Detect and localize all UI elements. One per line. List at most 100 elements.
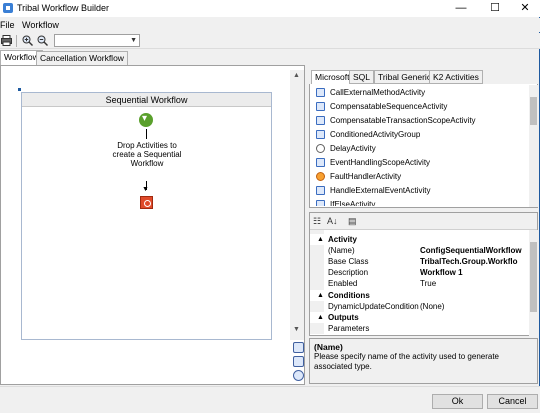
tab-sql[interactable]: SQL (349, 70, 375, 84)
properties-panel: ☷ A↓ ▤ ▲ Activity (Name) ConfigSequentia… (309, 212, 538, 336)
sequential-workflow-container[interactable]: Sequential Workflow Drop Activities to c… (21, 92, 272, 340)
chevron-down-icon: ▼ (130, 37, 137, 44)
category-label: Activity (328, 235, 357, 244)
print-icon[interactable] (1, 35, 12, 46)
property-description-title: (Name) (314, 342, 343, 352)
activity-icon (316, 88, 325, 97)
property-value[interactable]: ConfigSequentialWorkflow (420, 245, 530, 256)
scroll-up-icon[interactable]: ▲ (293, 72, 300, 79)
zoom-out-icon[interactable] (37, 35, 48, 46)
pan-icon[interactable] (293, 342, 304, 353)
minimize-button[interactable]: — (446, 0, 476, 17)
toolbox-item[interactable]: EventHandlingScopeActivity (316, 156, 526, 170)
properties-scrollbar[interactable] (529, 230, 538, 336)
property-row-parameters[interactable]: Parameters (310, 323, 530, 334)
activity-icon (316, 200, 325, 206)
properties-toolbar: ☷ A↓ ▤ (310, 213, 537, 230)
category-conditions[interactable]: ▲ Conditions (310, 290, 530, 301)
property-pages-icon[interactable]: ▤ (348, 216, 357, 227)
property-row-description[interactable]: Description Workflow 1 (310, 267, 530, 278)
property-value[interactable]: True (420, 278, 530, 289)
tab-k2-activities[interactable]: K2 Activities (429, 70, 483, 84)
drop-activities-hint[interactable]: Drop Activities to create a Sequential W… (112, 141, 182, 168)
properties-scroll-thumb[interactable] (530, 242, 537, 312)
zoom-select[interactable]: ▼ (54, 34, 140, 47)
toolbox-panel: CallExternalMethodActivity Compensatable… (309, 70, 538, 208)
toolbox-item-label: IfElseActivity (330, 200, 376, 206)
toolbox-item-label: ConditionedActivityGroup (330, 130, 421, 139)
title-bar: Tribal Workflow Builder — ☐ ✕ (0, 0, 540, 17)
property-row-dynamic-update[interactable]: DynamicUpdateCondition (None) (310, 301, 530, 312)
toolbox-item[interactable]: ConditionedActivityGroup (316, 128, 526, 142)
menu-workflow[interactable]: Workflow (22, 20, 59, 30)
property-description-panel: (Name) Please specify name of the activi… (309, 338, 538, 384)
property-row-name[interactable]: (Name) ConfigSequentialWorkflow (310, 245, 530, 256)
category-outputs[interactable]: ▲ Outputs (310, 312, 530, 323)
toolbox-item[interactable]: CallExternalMethodActivity (316, 86, 526, 100)
toolbox-item-label: CallExternalMethodActivity (330, 88, 426, 97)
property-label: Base Class (328, 257, 369, 266)
connector-line (146, 129, 147, 139)
tab-cancellation-workflow[interactable]: Cancellation Workflow (36, 51, 128, 65)
binoculars-icon[interactable] (293, 356, 304, 367)
collapse-icon[interactable]: ▲ (317, 312, 324, 323)
activity-icon (316, 186, 325, 195)
scroll-down-icon[interactable]: ▼ (293, 326, 300, 333)
maximize-button[interactable]: ☐ (480, 0, 510, 17)
toolbox-scroll-thumb[interactable] (530, 97, 537, 125)
clock-icon (316, 144, 325, 153)
navigate-icon[interactable] (293, 370, 304, 381)
property-label: Enabled (328, 279, 358, 288)
app-window: Tribal Workflow Builder — ☐ ✕ File Workf… (0, 0, 540, 413)
collapse-icon[interactable]: ▲ (317, 290, 324, 301)
toolbox-item[interactable]: FaultHandlerActivity (316, 170, 526, 184)
arrow-down-icon: ▼ (142, 186, 149, 193)
toolbox-item[interactable]: CompensatableTransactionScopeActivity (316, 114, 526, 128)
category-activity[interactable]: ▲ Activity (310, 234, 530, 245)
workflow-end-icon (140, 196, 153, 209)
toolbox-item-label: CompensatableTransactionScopeActivity (330, 116, 476, 125)
tab-tribal-generic[interactable]: Tribal Generic (374, 70, 436, 84)
activity-icon (316, 102, 325, 111)
tab-microsoft[interactable]: Microsoft (311, 70, 354, 84)
toolbox-item[interactable]: CompensatableSequenceActivity (316, 100, 526, 114)
toolbox-item[interactable]: HandleExternalEventActivity (316, 184, 526, 198)
toolbox-item-label: EventHandlingScopeActivity (330, 158, 431, 167)
designer-vertical-scrollbar[interactable]: ▲ ▼ (290, 70, 304, 340)
property-description-text: Please specify name of the activity used… (314, 352, 499, 371)
property-value[interactable]: (None) (420, 301, 530, 312)
property-row-base-class[interactable]: Base Class TribalTech.Group.Workflo (310, 256, 530, 267)
toolbox-item-label: DelayActivity (330, 144, 376, 153)
toolbox-item[interactable]: DelayActivity (316, 142, 526, 156)
cancel-button[interactable]: Cancel (487, 394, 538, 409)
menu-file[interactable]: File (0, 20, 15, 30)
property-value[interactable]: Workflow 1 (420, 267, 530, 278)
dialog-button-bar: Ok Cancel (0, 386, 540, 413)
categorized-icon[interactable]: ☷ (313, 216, 321, 227)
property-value[interactable]: TribalTech.Group.Workflo (420, 256, 530, 267)
property-row-enabled[interactable]: Enabled True (310, 278, 530, 289)
toolbox-list: CallExternalMethodActivity Compensatable… (310, 85, 529, 207)
toolbox-item-label: FaultHandlerActivity (330, 172, 402, 181)
collapse-icon[interactable]: ▲ (317, 234, 324, 245)
sequential-workflow-title: Sequential Workflow (22, 93, 271, 107)
activity-icon (316, 158, 325, 167)
toolbox-item-label: HandleExternalEventActivity (330, 186, 431, 195)
designer-side-tools (292, 340, 306, 384)
toolbox-item-label: CompensatableSequenceActivity (330, 102, 448, 111)
toolbox-item[interactable]: IfElseActivity (316, 198, 526, 206)
close-button[interactable]: ✕ (510, 0, 540, 17)
toolbox-scrollbar[interactable] (529, 85, 538, 207)
selection-handle[interactable] (18, 88, 21, 91)
category-label: Conditions (328, 291, 370, 300)
menu-bar: File Workflow (0, 18, 540, 32)
ok-button[interactable]: Ok (432, 394, 483, 409)
property-label: Parameters (328, 324, 370, 333)
app-icon (3, 3, 13, 13)
property-label: Description (328, 268, 369, 277)
window-title: Tribal Workflow Builder (17, 3, 110, 13)
alphabetical-icon[interactable]: A↓ (327, 216, 338, 226)
fault-icon (316, 172, 325, 181)
toolbox-tabs: Microsoft SQL Tribal Generic K2 Activiti… (309, 70, 538, 84)
zoom-in-icon[interactable] (22, 35, 33, 46)
